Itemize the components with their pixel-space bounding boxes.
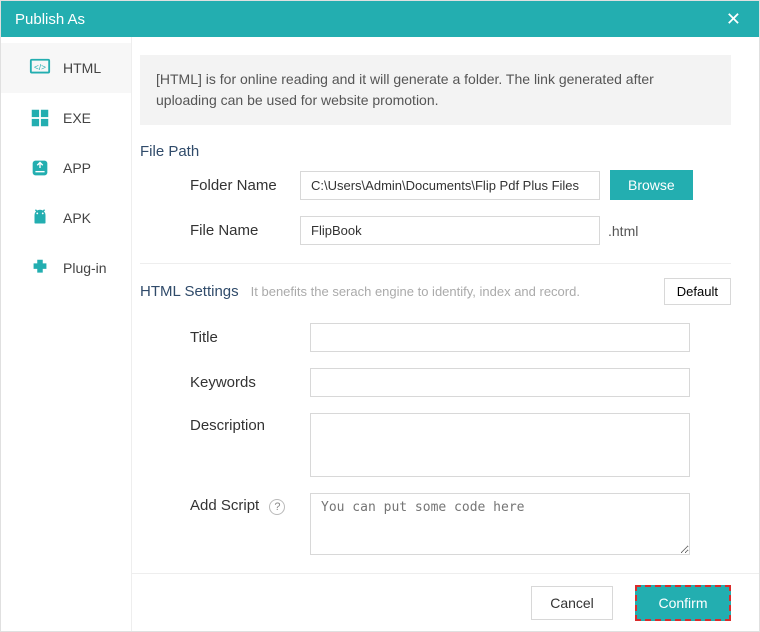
sidebar-item-label: APK <box>63 210 91 226</box>
sidebar-item-label: EXE <box>63 110 91 126</box>
windows-icon <box>29 107 51 129</box>
description-input[interactable] <box>310 413 690 477</box>
help-icon[interactable]: ? <box>269 499 285 515</box>
sidebar-item-apk[interactable]: APK <box>1 193 131 243</box>
sidebar-item-plugin[interactable]: Plug-in <box>1 243 131 293</box>
sidebar-item-exe[interactable]: EXE <box>1 93 131 143</box>
footer: Cancel Confirm <box>132 573 759 631</box>
html-icon: </> <box>29 57 51 79</box>
title-row: Title <box>140 323 731 352</box>
sidebar: </> HTML EXE APP APK <box>1 37 131 631</box>
cancel-button[interactable]: Cancel <box>531 586 613 620</box>
script-label: Add Script ? <box>190 493 300 515</box>
description-label: Description <box>190 413 300 434</box>
description-row: Description <box>140 413 731 477</box>
script-label-text: Add Script <box>190 497 259 514</box>
sidebar-item-label: APP <box>63 160 91 176</box>
sidebar-item-html[interactable]: </> HTML <box>1 43 131 93</box>
filepath-section-label: File Path <box>140 143 731 160</box>
plugin-icon <box>29 257 51 279</box>
title-label: Title <box>190 329 300 346</box>
confirm-button[interactable]: Confirm <box>635 585 731 621</box>
app-icon <box>29 157 51 179</box>
browse-button[interactable]: Browse <box>610 170 693 200</box>
default-button[interactable]: Default <box>664 278 731 305</box>
title-input[interactable] <box>310 323 690 352</box>
filename-label: File Name <box>190 222 300 239</box>
script-row: Add Script ? <box>140 493 731 555</box>
window-title: Publish As <box>15 11 718 28</box>
keywords-label: Keywords <box>190 374 300 391</box>
main-content: [HTML] is for online reading and it will… <box>132 37 759 573</box>
settings-head: HTML Settings It benefits the serach eng… <box>140 278 731 305</box>
folder-row: Folder Name Browse <box>140 170 731 200</box>
settings-hint: It benefits the serach engine to identif… <box>251 284 652 299</box>
separator <box>140 263 731 264</box>
titlebar: Publish As ✕ <box>1 1 759 37</box>
filename-input[interactable] <box>300 216 600 245</box>
close-icon[interactable]: ✕ <box>718 5 749 34</box>
main-panel: [HTML] is for online reading and it will… <box>131 37 759 631</box>
script-input[interactable] <box>310 493 690 555</box>
keywords-row: Keywords <box>140 368 731 397</box>
sidebar-item-label: HTML <box>63 60 101 76</box>
file-extension: .html <box>608 223 638 239</box>
sidebar-item-label: Plug-in <box>63 260 107 276</box>
folder-input[interactable] <box>300 171 600 200</box>
sidebar-item-app[interactable]: APP <box>1 143 131 193</box>
settings-section-label: HTML Settings <box>140 283 239 300</box>
folder-label: Folder Name <box>190 177 300 194</box>
publish-dialog: Publish As ✕ </> HTML EXE APP <box>0 0 760 632</box>
info-box: [HTML] is for online reading and it will… <box>140 55 731 125</box>
svg-text:</>: </> <box>34 63 46 72</box>
android-icon <box>29 207 51 229</box>
dialog-body: </> HTML EXE APP APK <box>1 37 759 631</box>
filename-row: File Name .html <box>140 216 731 245</box>
keywords-input[interactable] <box>310 368 690 397</box>
